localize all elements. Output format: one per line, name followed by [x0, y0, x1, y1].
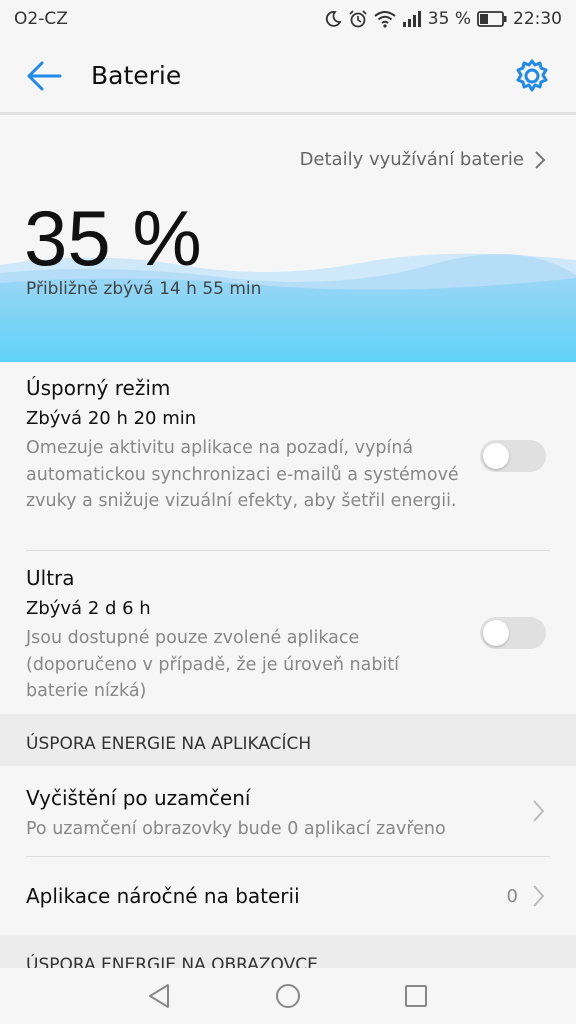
- power-saving-row[interactable]: Úsporný režim Zbývá 20 h 20 min Omezuje …: [0, 362, 576, 550]
- battery-hero: Detaily využívání baterie 35 % Přibližně…: [0, 115, 576, 362]
- nav-home-icon[interactable]: [274, 982, 302, 1010]
- battery-icon: [477, 11, 507, 27]
- back-arrow-icon[interactable]: [24, 58, 64, 94]
- status-bar: O2-CZ 35 % 22:30: [0, 0, 576, 38]
- section-header-screen: ÚSPORA ENERGIE NA OBRAZOVCE: [0, 935, 576, 968]
- section-header-apps: ÚSPORA ENERGIE NA APLIKACÍCH: [0, 714, 576, 766]
- section-header-apps-label: ÚSPORA ENERGIE NA APLIKACÍCH: [26, 734, 312, 754]
- battery-heavy-apps-count: 0: [506, 886, 518, 907]
- signal-icon: [402, 11, 421, 27]
- power-saving-description: Omezuje aktivitu aplikace na pozadí, vyp…: [26, 438, 459, 511]
- power-saving-title: Úsporný režim: [26, 376, 171, 400]
- power-saving-remaining: Zbývá 20 h 20 min: [26, 408, 197, 429]
- page-title: Baterie: [91, 61, 182, 90]
- carrier-label: O2-CZ: [14, 9, 68, 29]
- alarm-icon: [349, 10, 367, 28]
- ultra-title: Ultra: [26, 566, 75, 590]
- clock-label: 22:30: [513, 9, 562, 29]
- toggle-knob: [483, 620, 509, 646]
- chevron-right-icon: [533, 885, 545, 907]
- moon-icon: [325, 11, 342, 27]
- gear-icon[interactable]: [514, 58, 550, 94]
- ultra-description: Jsou dostupné pouze zvolené aplikace (do…: [26, 628, 400, 701]
- battery-heavy-apps-row[interactable]: Aplikace náročné na baterii 0: [0, 857, 576, 935]
- toggle-knob: [483, 443, 509, 469]
- app-bar: Baterie: [0, 38, 576, 115]
- status-icons: 35 % 22:30: [324, 6, 562, 32]
- battery-remaining: Přibližně zbývá 14 h 55 min: [26, 279, 262, 299]
- lock-cleanup-subtitle: Po uzamčení obrazovky bude 0 aplikací za…: [26, 819, 446, 839]
- wifi-icon: [374, 11, 396, 28]
- battery-percent: 35 %: [24, 194, 202, 282]
- nav-back-icon[interactable]: [146, 982, 174, 1010]
- battery-percent-label: 35 %: [427, 9, 471, 29]
- lock-cleanup-title: Vyčištění po uzamčení: [26, 786, 251, 810]
- battery-heavy-apps-title: Aplikace náročné na baterii: [26, 884, 300, 908]
- chevron-right-icon: [533, 800, 545, 822]
- ultra-row[interactable]: Ultra Zbývá 2 d 6 h Jsou dostupné pouze …: [0, 551, 576, 714]
- section-header-screen-label: ÚSPORA ENERGIE NA OBRAZOVCE: [26, 955, 318, 968]
- navigation-bar: [0, 968, 576, 1024]
- ultra-remaining: Zbývá 2 d 6 h: [26, 598, 151, 619]
- lock-cleanup-row[interactable]: Vyčištění po uzamčení Po uzamčení obrazo…: [0, 766, 576, 856]
- ultra-toggle[interactable]: [480, 617, 546, 649]
- nav-recents-icon[interactable]: [402, 982, 430, 1010]
- power-saving-toggle[interactable]: [480, 440, 546, 472]
